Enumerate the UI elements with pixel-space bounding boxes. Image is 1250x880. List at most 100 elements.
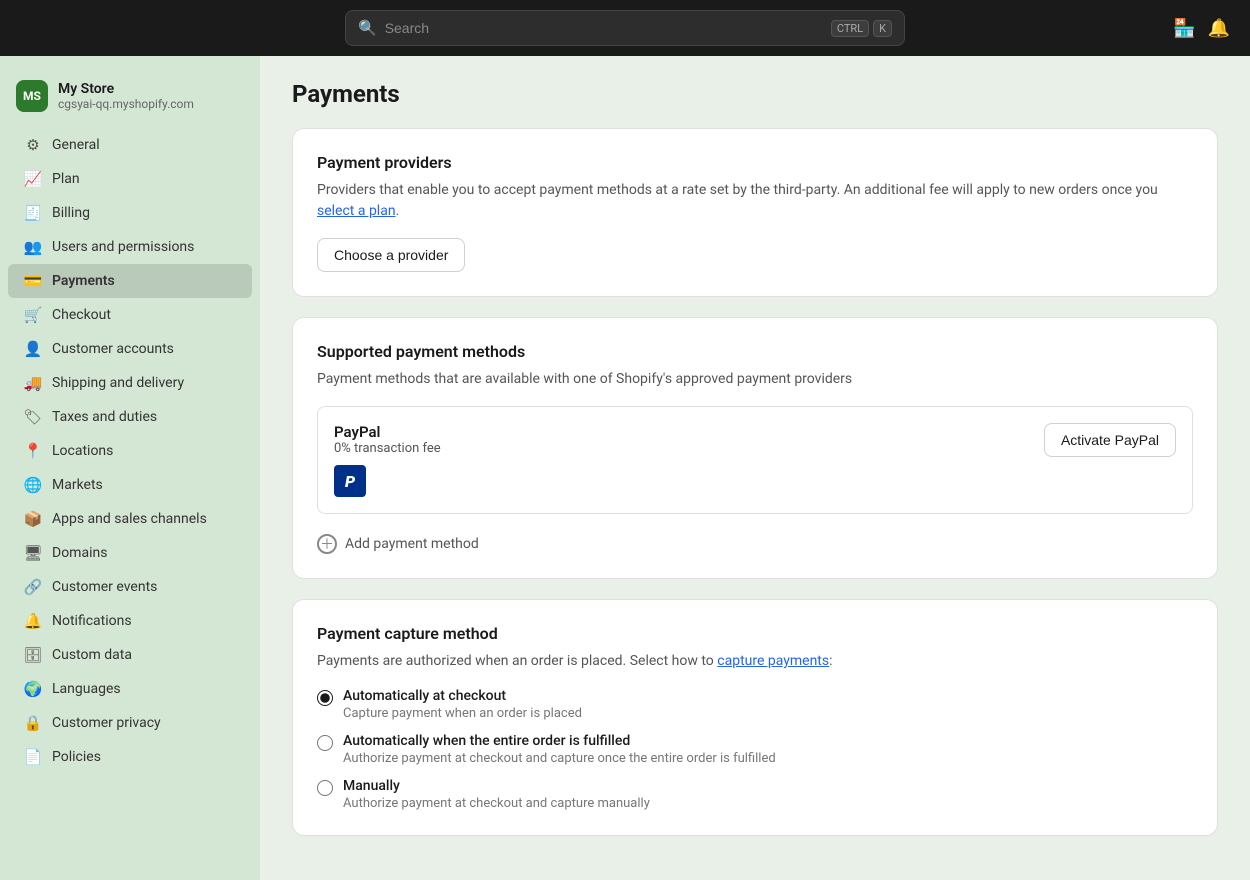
payment-providers-card: Payment providers Providers that enable … — [292, 128, 1218, 297]
activate-paypal-button[interactable]: Activate PayPal — [1044, 423, 1176, 457]
sidebar-item-shipping[interactable]: 🚚 Shipping and delivery — [8, 366, 252, 400]
search-input[interactable] — [385, 20, 823, 36]
search-icon: 🔍 — [358, 19, 377, 37]
store-header: MS My Store cgsyai-qq.myshopify.com — [0, 72, 260, 128]
capture-payments-link[interactable]: capture payments — [717, 653, 829, 669]
radio-sublabel-manually: Authorize payment at checkout and captur… — [343, 796, 650, 811]
radio-label-auto-fulfilled[interactable]: Automatically when the entire order is f… — [343, 733, 776, 749]
choose-provider-button[interactable]: Choose a provider — [317, 238, 465, 272]
k-key: K — [873, 20, 892, 37]
nav-label-customer-accounts: Customer accounts — [52, 341, 174, 357]
nav-icon-checkout: 🛒 — [24, 306, 42, 324]
sidebar-item-customer-privacy[interactable]: 🔒 Customer privacy — [8, 706, 252, 740]
sidebar-item-apps[interactable]: 📦 Apps and sales channels — [8, 502, 252, 536]
paypal-header: PayPal 0% transaction fee Activate PayPa… — [334, 423, 1176, 457]
nav-label-markets: Markets — [52, 477, 103, 493]
main-content: Payments Payment providers Providers tha… — [260, 56, 1250, 880]
nav-label-notifications: Notifications — [52, 613, 132, 629]
topbar: 🔍 CTRL K 🏪 🔔 — [0, 0, 1250, 56]
paypal-fee: 0% transaction fee — [334, 441, 441, 456]
nav-icon-markets: 🌐 — [24, 476, 42, 494]
nav-label-custom-data: Custom data — [52, 647, 132, 663]
nav-label-customer-privacy: Customer privacy — [52, 715, 161, 731]
supported-methods-card: Supported payment methods Payment method… — [292, 317, 1218, 579]
nav-icon-billing: 🧾 — [24, 204, 42, 222]
nav-label-plan: Plan — [52, 171, 80, 187]
nav-icon-shipping: 🚚 — [24, 374, 42, 392]
nav-icon-policies: 📄 — [24, 748, 42, 766]
radio-text-auto-fulfilled: Automatically when the entire order is f… — [343, 733, 776, 766]
sidebar-item-checkout[interactable]: 🛒 Checkout — [8, 298, 252, 332]
nav-icon-taxes: 🏷 — [24, 408, 42, 426]
supported-card-desc: Payment methods that are available with … — [317, 369, 1193, 390]
capture-card-title: Payment capture method — [317, 624, 1193, 643]
supported-card-title: Supported payment methods — [317, 342, 1193, 361]
sidebar-item-taxes[interactable]: 🏷 Taxes and duties — [8, 400, 252, 434]
nav-label-general: General — [52, 137, 100, 153]
sidebar-item-domains[interactable]: 🖥 Domains — [8, 536, 252, 570]
radio-input-auto-checkout[interactable] — [317, 690, 333, 706]
sidebar-item-locations[interactable]: 📍 Locations — [8, 434, 252, 468]
ctrl-key: CTRL — [831, 20, 869, 37]
nav-label-policies: Policies — [52, 749, 101, 765]
capture-method-card: Payment capture method Payments are auth… — [292, 599, 1218, 836]
nav-icon-customer-accounts: 👤 — [24, 340, 42, 358]
paypal-name: PayPal — [334, 423, 441, 441]
page-title: Payments — [292, 80, 1218, 108]
nav-icon-customer-events: 🔗 — [24, 578, 42, 596]
sidebar-item-custom-data[interactable]: 🗄 Custom data — [8, 638, 252, 672]
sidebar-item-payments[interactable]: 💳 Payments — [8, 264, 252, 298]
capture-desc-text1: Payments are authorized when an order is… — [317, 653, 717, 669]
capture-card-desc: Payments are authorized when an order is… — [317, 651, 1193, 672]
sidebar-item-markets[interactable]: 🌐 Markets — [8, 468, 252, 502]
store-icon[interactable]: 🏪 — [1173, 18, 1195, 39]
nav-label-locations: Locations — [52, 443, 113, 459]
radio-sublabel-auto-fulfilled: Authorize payment at checkout and captur… — [343, 751, 776, 766]
nav-label-payments: Payments — [52, 273, 115, 289]
nav-icon-plan: 📈 — [24, 170, 42, 188]
add-circle-icon: ＋ — [317, 534, 337, 554]
add-payment-method-row[interactable]: ＋ Add payment method — [317, 526, 1193, 554]
radio-input-manually[interactable] — [317, 780, 333, 796]
sidebar-item-users[interactable]: 👥 Users and permissions — [8, 230, 252, 264]
paypal-section: PayPal 0% transaction fee Activate PayPa… — [317, 406, 1193, 514]
nav-label-languages: Languages — [52, 681, 121, 697]
sidebar-item-languages[interactable]: 🌍 Languages — [8, 672, 252, 706]
select-plan-link[interactable]: select a plan — [317, 203, 396, 219]
nav-label-users: Users and permissions — [52, 239, 194, 255]
add-method-label: Add payment method — [345, 536, 479, 552]
radio-text-auto-checkout: Automatically at checkout Capture paymen… — [343, 688, 582, 721]
sidebar: MS My Store cgsyai-qq.myshopify.com ⚙ Ge… — [0, 56, 260, 880]
nav-icon-apps: 📦 — [24, 510, 42, 528]
nav-icon-users: 👥 — [24, 238, 42, 256]
bell-icon[interactable]: 🔔 — [1208, 18, 1230, 39]
radio-label-auto-checkout[interactable]: Automatically at checkout — [343, 688, 582, 704]
radio-input-auto-fulfilled[interactable] — [317, 735, 333, 751]
radio-option-auto-fulfilled[interactable]: Automatically when the entire order is f… — [317, 733, 1193, 766]
paypal-logo: P — [334, 465, 366, 497]
sidebar-item-customer-accounts[interactable]: 👤 Customer accounts — [8, 332, 252, 366]
paypal-info: PayPal 0% transaction fee — [334, 423, 441, 456]
radio-option-manually[interactable]: Manually Authorize payment at checkout a… — [317, 778, 1193, 811]
sidebar-item-policies[interactable]: 📄 Policies — [8, 740, 252, 774]
providers-card-title: Payment providers — [317, 153, 1193, 172]
sidebar-item-notifications[interactable]: 🔔 Notifications — [8, 604, 252, 638]
search-shortcut: CTRL K — [831, 20, 892, 37]
sidebar-item-customer-events[interactable]: 🔗 Customer events — [8, 570, 252, 604]
search-bar[interactable]: 🔍 CTRL K — [345, 10, 905, 46]
radio-sublabel-auto-checkout: Capture payment when an order is placed — [343, 706, 582, 721]
sidebar-item-general[interactable]: ⚙ General — [8, 128, 252, 162]
nav-label-apps: Apps and sales channels — [52, 511, 207, 527]
nav-icon-general: ⚙ — [24, 136, 42, 154]
radio-label-manually[interactable]: Manually — [343, 778, 650, 794]
nav-icon-customer-privacy: 🔒 — [24, 714, 42, 732]
sidebar-item-billing[interactable]: 🧾 Billing — [8, 196, 252, 230]
capture-desc-text2: : — [829, 653, 832, 669]
store-name: My Store — [58, 81, 194, 97]
sidebar-item-plan[interactable]: 📈 Plan — [8, 162, 252, 196]
capture-options-group: Automatically at checkout Capture paymen… — [317, 688, 1193, 811]
radio-option-auto-checkout[interactable]: Automatically at checkout Capture paymen… — [317, 688, 1193, 721]
nav-label-domains: Domains — [52, 545, 107, 561]
nav-list: ⚙ General 📈 Plan 🧾 Billing 👥 Users and p… — [0, 128, 260, 774]
nav-label-customer-events: Customer events — [52, 579, 157, 595]
